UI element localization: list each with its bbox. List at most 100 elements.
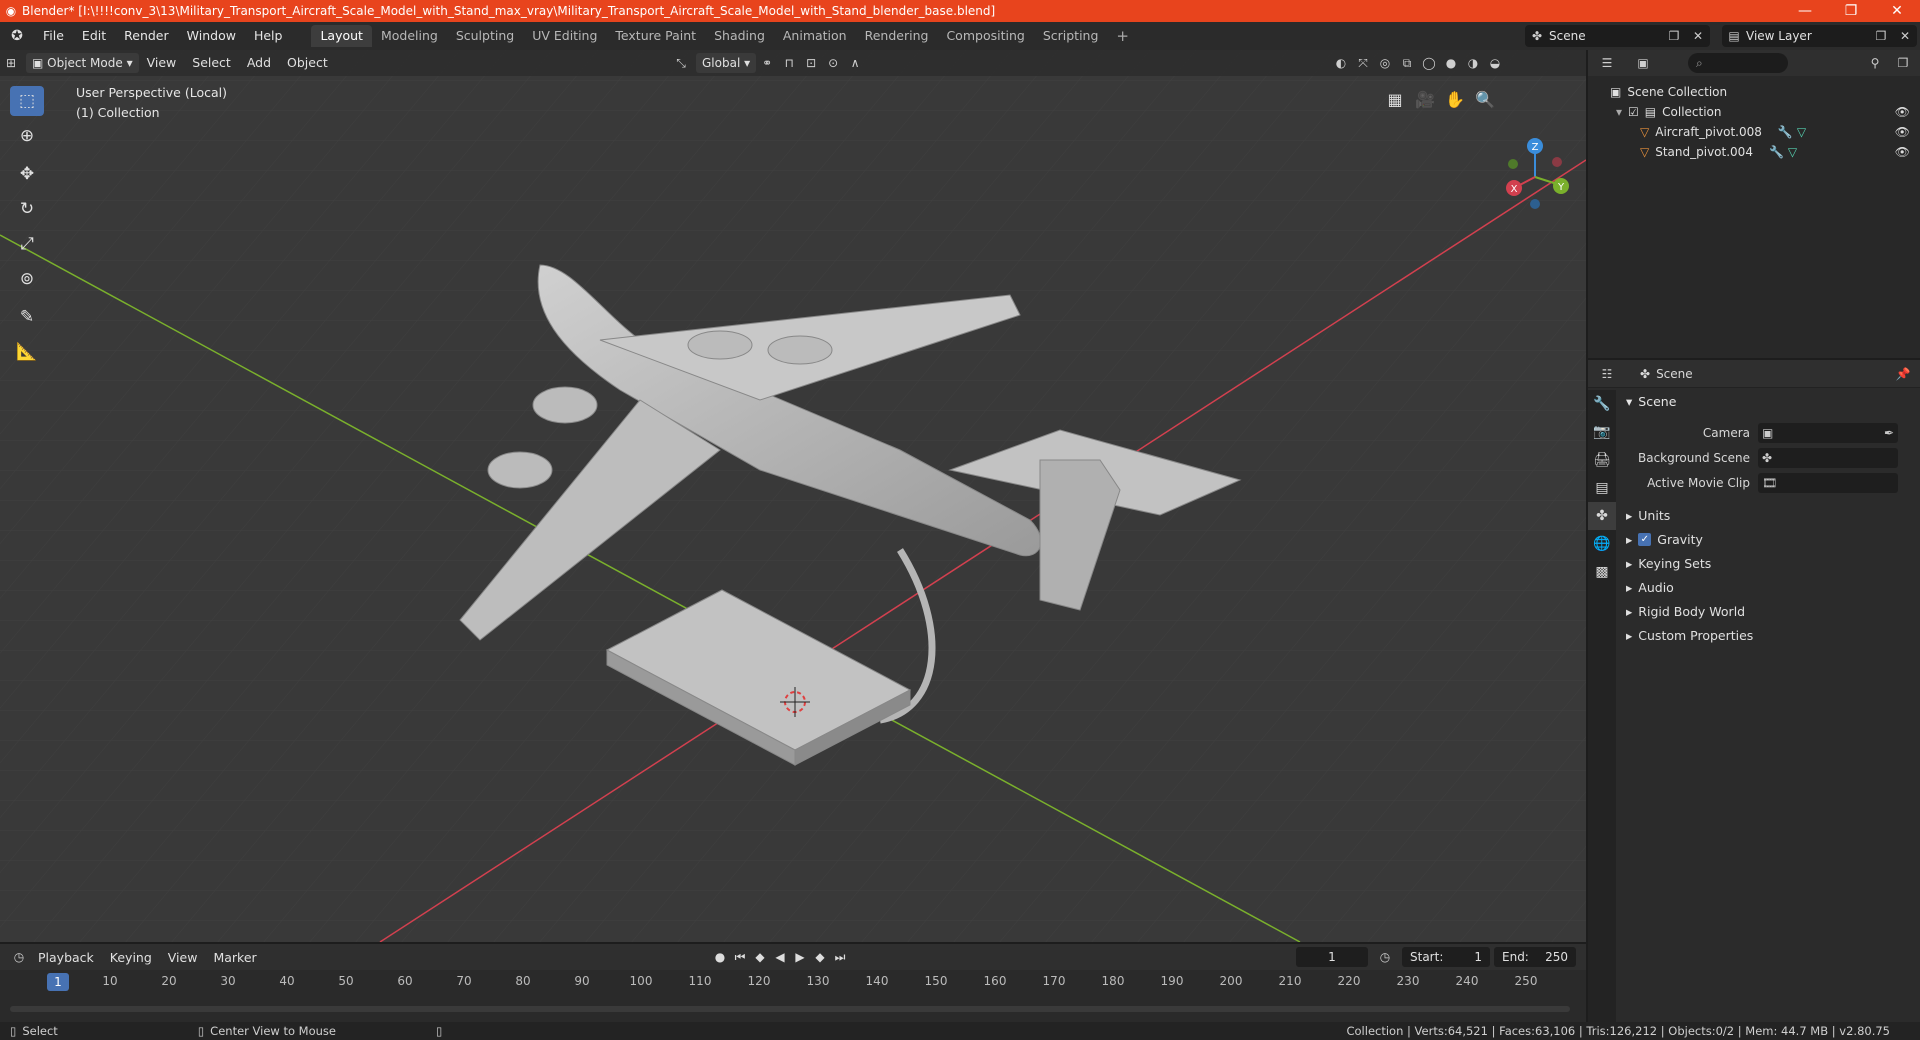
- viewport-menu-view[interactable]: View: [139, 50, 185, 76]
- tab-compositing[interactable]: Compositing: [937, 25, 1033, 47]
- filter-icon[interactable]: ⚲: [1864, 53, 1886, 73]
- restore-button[interactable]: ❐: [1828, 3, 1874, 19]
- tab-modeling[interactable]: Modeling: [372, 25, 447, 47]
- transform-orientation-dropdown[interactable]: Global ▾: [696, 53, 757, 73]
- menu-help[interactable]: Help: [245, 22, 292, 50]
- background-scene-field[interactable]: ✤: [1758, 447, 1898, 468]
- tab-animation[interactable]: Animation: [774, 25, 856, 47]
- blender-menu-icon[interactable]: ✪: [0, 28, 34, 44]
- prev-keyframe-icon[interactable]: ◆: [750, 947, 770, 967]
- tab-sculpting[interactable]: Sculpting: [447, 25, 523, 47]
- tab-view-layer[interactable]: ▤: [1588, 474, 1616, 502]
- material-shading-icon[interactable]: ◑: [1462, 53, 1484, 73]
- scene-section-header[interactable]: ▾ Scene: [1618, 390, 1920, 412]
- proportional-edit-icon[interactable]: ⊙: [822, 53, 844, 73]
- snap-icon[interactable]: ⊓: [778, 53, 800, 73]
- tab-layout[interactable]: Layout: [311, 25, 372, 47]
- next-keyframe-icon[interactable]: ◆: [810, 947, 830, 967]
- snap-target-icon[interactable]: ⊡: [800, 53, 822, 73]
- move-tool[interactable]: ✥: [10, 159, 44, 189]
- tab-world[interactable]: 🌐: [1588, 530, 1616, 558]
- visibility-icon[interactable]: ◐: [1330, 53, 1352, 73]
- rendered-shading-icon[interactable]: ◒: [1484, 53, 1506, 73]
- current-frame-field[interactable]: 1: [1296, 947, 1368, 967]
- tab-tool[interactable]: 🔧: [1588, 390, 1616, 418]
- pivot-point-icon[interactable]: ⚭: [756, 53, 778, 73]
- timeline-menu-marker[interactable]: Marker: [205, 950, 264, 965]
- camera-field[interactable]: ▣ ✒: [1758, 422, 1898, 443]
- jump-start-icon[interactable]: ⏮: [730, 947, 750, 967]
- gravity-section[interactable]: ▸ ✓ Gravity: [1618, 527, 1920, 551]
- zoom-icon[interactable]: 🔍: [1470, 86, 1500, 112]
- viewport-menu-object[interactable]: Object: [279, 50, 336, 76]
- outliner-row-scene-collection[interactable]: ▣ Scene Collection: [1588, 82, 1920, 102]
- scale-tool[interactable]: ⤢: [10, 229, 44, 259]
- active-movie-clip-field[interactable]: 🎞: [1758, 472, 1898, 493]
- outliner-row-stand[interactable]: ▽ Stand_pivot.004 🔧 ▽ 👁: [1588, 142, 1920, 162]
- new-view-layer-icon[interactable]: ❐: [1869, 29, 1893, 43]
- start-frame-field[interactable]: Start: 1: [1402, 947, 1490, 967]
- keying-sets-section[interactable]: ▸ Keying Sets: [1618, 551, 1920, 575]
- cursor-tool[interactable]: ⊕: [10, 121, 44, 151]
- 3d-viewport[interactable]: Z Y X ⊞ ▣ Object Mode ▾ View Select Add …: [0, 50, 1586, 942]
- eye-icon[interactable]: 👁: [1895, 105, 1910, 119]
- new-scene-icon[interactable]: ❐: [1662, 29, 1686, 43]
- eye-icon[interactable]: 👁: [1895, 145, 1910, 159]
- outliner-search-input[interactable]: ⌕: [1688, 53, 1788, 73]
- tab-render[interactable]: 📷: [1588, 418, 1616, 446]
- properties-editor-type-icon[interactable]: ☷: [1596, 364, 1618, 384]
- overlay-toggle-icon[interactable]: ◎: [1374, 53, 1396, 73]
- expand-chevron-icon[interactable]: ▾: [1616, 105, 1622, 119]
- outliner-row-collection[interactable]: ▾ ☑ ▤ Collection 👁: [1588, 102, 1920, 122]
- eye-icon[interactable]: 👁: [1895, 125, 1910, 139]
- select-box-tool[interactable]: ⬚: [10, 86, 44, 116]
- gizmo-toggle-icon[interactable]: ⤧: [1352, 53, 1374, 73]
- scene-selector[interactable]: ✤ Scene ❐ ✕: [1525, 25, 1710, 47]
- menu-file[interactable]: File: [34, 22, 73, 50]
- delete-scene-icon[interactable]: ✕: [1686, 29, 1710, 43]
- tab-shading[interactable]: Shading: [705, 25, 774, 47]
- menu-render[interactable]: Render: [115, 22, 178, 50]
- timeline-scrollbar[interactable]: [10, 1006, 1570, 1012]
- pin-icon[interactable]: 📌: [1892, 364, 1914, 384]
- menu-edit[interactable]: Edit: [73, 22, 115, 50]
- outliner-editor-type-icon[interactable]: ☰: [1596, 53, 1618, 73]
- minimize-button[interactable]: —: [1782, 3, 1828, 19]
- menu-window[interactable]: Window: [178, 22, 245, 50]
- viewport-menu-select[interactable]: Select: [184, 50, 239, 76]
- audio-section[interactable]: ▸ Audio: [1618, 575, 1920, 599]
- editor-type-icon[interactable]: ⊞: [0, 53, 22, 73]
- jump-end-icon[interactable]: ⏭: [830, 947, 850, 967]
- playhead[interactable]: 1: [47, 973, 69, 991]
- timeline-editor-type-icon[interactable]: ◷: [8, 947, 30, 967]
- tab-texture[interactable]: ▩: [1588, 558, 1616, 586]
- transform-tool[interactable]: ⊚: [10, 264, 44, 294]
- solid-shading-icon[interactable]: ●: [1440, 53, 1462, 73]
- add-workspace-button[interactable]: +: [1107, 25, 1138, 47]
- tab-texture-paint[interactable]: Texture Paint: [606, 25, 705, 47]
- preview-range-icon[interactable]: ◷: [1374, 947, 1396, 967]
- frame-ruler[interactable]: 1 10 20 30 40 50 60 70 80 90 100 110 120 130 140 150 16…: [0, 972, 1586, 992]
- pan-hand-icon[interactable]: ✋: [1440, 86, 1470, 112]
- timeline-menu-view[interactable]: View: [160, 950, 206, 965]
- rotate-tool[interactable]: ↻: [10, 194, 44, 224]
- tab-scene[interactable]: ✤: [1588, 502, 1616, 530]
- outliner-row-aircraft[interactable]: ▽ Aircraft_pivot.008 🔧 ▽ 👁: [1588, 122, 1920, 142]
- collection-checkbox[interactable]: ☑: [1628, 105, 1639, 119]
- tab-uv-editing[interactable]: UV Editing: [523, 25, 606, 47]
- measure-tool[interactable]: 📐: [10, 337, 44, 367]
- wireframe-shading-icon[interactable]: ◯: [1418, 53, 1440, 73]
- eyedropper-icon[interactable]: ✒: [1884, 426, 1894, 440]
- gravity-checkbox[interactable]: ✓: [1638, 532, 1652, 546]
- tab-scripting[interactable]: Scripting: [1034, 25, 1108, 47]
- end-frame-field[interactable]: End: 250: [1494, 947, 1576, 967]
- new-collection-icon[interactable]: ❐: [1892, 53, 1914, 73]
- camera-view-icon[interactable]: 🎥: [1410, 86, 1440, 112]
- custom-properties-section[interactable]: ▸ Custom Properties: [1618, 623, 1920, 647]
- delete-view-layer-icon[interactable]: ✕: [1893, 29, 1917, 43]
- annotate-tool[interactable]: ✎: [10, 302, 44, 332]
- grid-view-icon[interactable]: ▦: [1380, 86, 1410, 112]
- units-section[interactable]: ▸ Units: [1618, 503, 1920, 527]
- tab-output[interactable]: 🖨: [1588, 446, 1616, 474]
- object-mode-dropdown[interactable]: ▣ Object Mode ▾: [26, 53, 139, 73]
